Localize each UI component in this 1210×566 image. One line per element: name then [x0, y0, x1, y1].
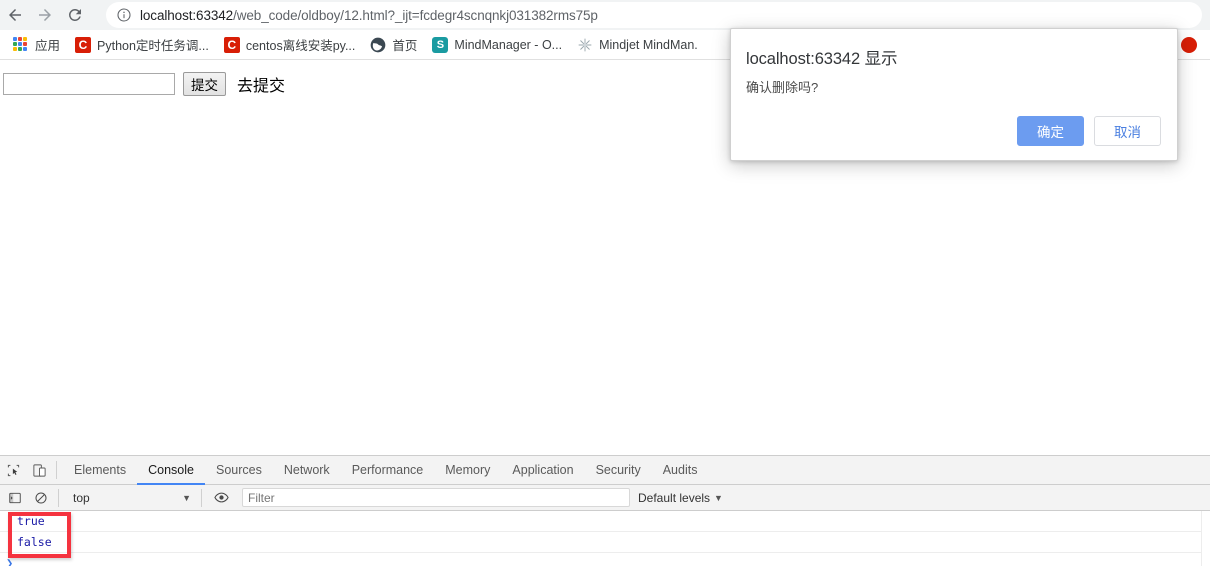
csdn-icon: C — [75, 36, 92, 53]
url-text: localhost:63342/web_code/oldboy/12.html?… — [140, 8, 598, 23]
tab-network[interactable]: Network — [273, 457, 341, 485]
submit-button[interactable]: 提交 — [183, 72, 226, 96]
csdn-icon: C — [223, 36, 240, 53]
console-output[interactable]: true false ❯ — [0, 511, 1210, 566]
mindmanager-icon: S — [432, 36, 449, 53]
chevron-down-icon: ▼ — [182, 492, 191, 503]
console-filter-input[interactable] — [242, 488, 630, 507]
devtools-panel: Elements Console Sources Network Perform… — [0, 455, 1210, 566]
back-button[interactable] — [0, 0, 30, 30]
tab-performance[interactable]: Performance — [341, 457, 435, 485]
url-path: /web_code/oldboy/12.html?_ijt=fcdegr4scn… — [233, 7, 598, 23]
log-levels-dropdown[interactable]: Default levels ▼ — [638, 491, 723, 505]
clear-console-icon — [35, 491, 47, 504]
tab-elements[interactable]: Elements — [63, 457, 137, 485]
bookmark-label: centos离线安装py... — [245, 39, 356, 53]
tab-sources[interactable]: Sources — [205, 457, 273, 485]
submit-form: 提交 去提交 — [3, 72, 285, 96]
prompt-caret-icon: ❯ — [6, 556, 14, 566]
browser-toolbar: localhost:63342/web_code/oldboy/12.html?… — [0, 0, 1210, 30]
inspect-cursor-icon — [7, 464, 19, 476]
chevron-down-icon: ▼ — [714, 492, 723, 503]
tab-audits[interactable]: Audits — [652, 457, 709, 485]
dialog-message: 确认删除吗? — [746, 80, 819, 95]
execution-context-value: top — [73, 490, 90, 505]
dialog-confirm-button[interactable]: 确定 — [1017, 116, 1084, 146]
javascript-confirm-dialog: localhost:63342 显示 确认删除吗? 确定 取消 — [730, 28, 1178, 161]
console-sidebar-toggle[interactable] — [2, 484, 28, 511]
console-scrollbar[interactable] — [1201, 511, 1210, 566]
bookmark-apps[interactable]: 应用 — [6, 33, 67, 57]
sidebar-panel-icon — [9, 492, 21, 503]
globe-icon — [370, 37, 386, 53]
inspect-element-button[interactable] — [0, 457, 26, 484]
console-message: false — [0, 532, 1210, 553]
browser-window: localhost:63342/web_code/oldboy/12.html?… — [0, 0, 1210, 566]
bookmark-label: 首页 — [392, 39, 418, 53]
tab-console[interactable]: Console — [137, 457, 205, 485]
device-toggle-icon — [32, 463, 46, 477]
reload-icon — [68, 8, 81, 21]
console-toolbar-divider-2 — [201, 488, 202, 507]
log-levels-label: Default levels — [638, 490, 711, 505]
text-input[interactable] — [3, 73, 175, 95]
back-arrow-icon — [9, 9, 21, 21]
starburst-icon — [577, 37, 593, 53]
console-message: true — [0, 511, 1210, 532]
bookmark-mindmanager[interactable]: S MindManager - O... — [425, 33, 569, 57]
bookmark-centos-offline[interactable]: C centos离线安装py... — [217, 33, 363, 57]
devtools-tabbar: Elements Console Sources Network Perform… — [0, 456, 1210, 485]
execution-context-dropdown[interactable]: top ▼ — [65, 488, 197, 508]
bookmark-label: Python定时任务调... — [97, 39, 209, 53]
forward-button[interactable] — [30, 0, 60, 30]
clear-console-button[interactable] — [28, 484, 54, 511]
live-expression-button[interactable] — [208, 484, 234, 511]
dialog-cancel-button[interactable]: 取消 — [1094, 116, 1161, 146]
bookmark-label: 应用 — [35, 39, 61, 53]
go-submit-link[interactable]: 去提交 — [237, 72, 285, 96]
toolbar-divider — [56, 461, 57, 479]
tab-security[interactable]: Security — [585, 457, 652, 485]
eye-icon — [213, 492, 229, 503]
bookmark-label: Mindjet MindMan. — [599, 37, 698, 52]
dialog-title: localhost:63342 显示 — [746, 50, 898, 68]
csdn-icon — [1181, 36, 1198, 53]
tab-memory[interactable]: Memory — [434, 457, 501, 485]
console-toolbar: top ▼ Default levels ▼ — [0, 485, 1210, 511]
tab-application[interactable]: Application — [501, 457, 584, 485]
device-toolbar-button[interactable] — [26, 457, 52, 484]
bookmark-label: MindManager - O... — [454, 37, 563, 52]
url-host: localhost:63342 — [140, 7, 234, 23]
info-circle-icon[interactable] — [116, 7, 132, 23]
apps-grid-icon — [13, 36, 29, 53]
dialog-actions: 确定 取消 — [1017, 116, 1161, 146]
bookmark-mindjet[interactable]: Mindjet MindMan. — [570, 33, 705, 57]
address-bar[interactable]: localhost:63342/web_code/oldboy/12.html?… — [106, 2, 1202, 28]
reload-button[interactable] — [60, 0, 90, 30]
bookmark-python-cron[interactable]: C Python定时任务调... — [68, 33, 216, 57]
console-toolbar-divider — [58, 488, 59, 507]
console-prompt[interactable]: ❯ — [0, 553, 1210, 566]
forward-arrow-icon — [39, 9, 51, 21]
bookmark-homepage[interactable]: 首页 — [363, 33, 424, 57]
